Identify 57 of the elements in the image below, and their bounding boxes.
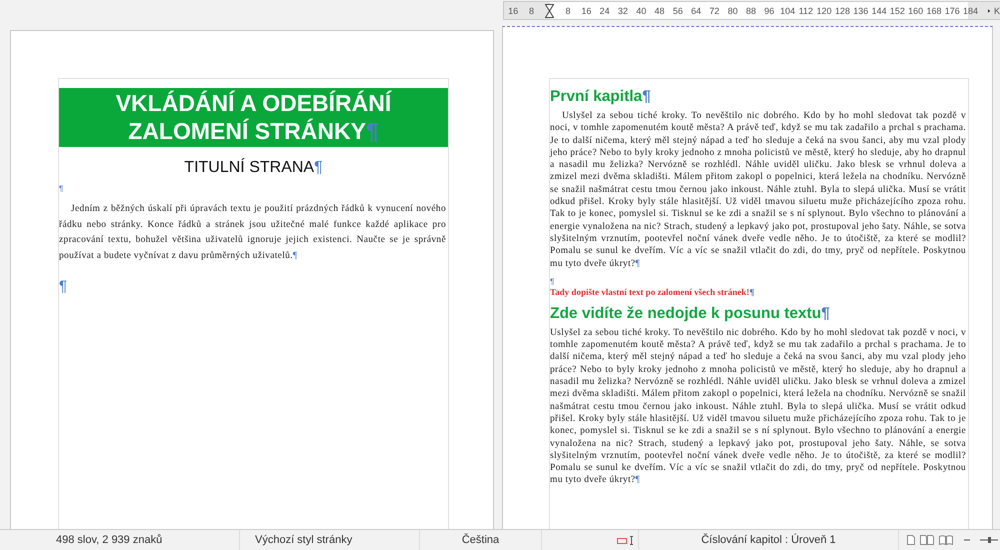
ruler-number: 136 xyxy=(853,6,868,16)
ruler-number: 104 xyxy=(780,6,796,16)
chapter-heading: Zde vidíte že nedojde k posunu textu xyxy=(550,304,822,322)
pilcrow: ¶ xyxy=(366,118,379,144)
ruler-number: 184 xyxy=(963,6,978,16)
title-banner: VKLÁDÁNÍ A ODEBÍRÁNÍ ZALOMENÍ STRÁNKY¶ xyxy=(59,88,448,147)
arrow-icon[interactable] xyxy=(988,8,990,14)
ruler-number: 120 xyxy=(816,6,832,16)
pilcrow: ¶ xyxy=(635,258,640,269)
ruler[interactable]: 16 8 8 16 24 32 40 48 56 64 72 80 88 96 104 112 120 128 136 144 152 160 168 176 184 K xyxy=(503,1,1000,20)
ruler-number: 80 xyxy=(728,6,738,16)
ruler-number: 32 xyxy=(618,6,628,16)
book-view-icon[interactable] xyxy=(939,535,953,545)
ruler-number: 64 xyxy=(691,6,702,16)
ruler-number: 16 xyxy=(508,6,518,16)
ruler-number: 56 xyxy=(672,6,683,16)
ruler-number: 24 xyxy=(600,6,610,16)
ruler-number: 176 xyxy=(944,6,960,16)
pilcrow: ¶ xyxy=(821,304,830,322)
insert-mode-icon[interactable] xyxy=(617,536,634,544)
pilcrow: ¶ xyxy=(59,184,64,193)
zoom-slider-icon[interactable] xyxy=(964,535,998,545)
ruler-number: 16 xyxy=(581,6,592,16)
ruler-number: 144 xyxy=(872,6,887,16)
pilcrow: ¶ xyxy=(642,88,651,105)
page-title: TITULNÍ STRANA xyxy=(184,159,314,176)
ruler-number: 96 xyxy=(764,6,774,16)
pilcrow: ¶ xyxy=(292,250,298,260)
pilcrow: ¶ xyxy=(550,276,554,286)
ruler-number: 8 xyxy=(528,6,534,16)
pilcrow: ¶ xyxy=(749,286,754,297)
note-text: Tady dopište vlastní text po zalomení všech stránek! xyxy=(550,286,750,297)
ruler-label: K xyxy=(994,6,1000,16)
ruler-number: 8 xyxy=(566,6,571,16)
body-paragraph: Uslyšel za sebou tiché kroky. To nevěštilo nic dobrého. Kdo by ho mohl sledovat tak pozdě v noci, v tomhle zapomenutém koutě města? A právě teď, když se mu tak zadařilo a prchal s prachama. Je to další ničema, který měl stejný nápad a teď ho sleduje a čeká na svou šanci, aby mu vzal plody jeho práce? Nebo to byly kroky jednoho z mnoha policistů ve městě, který ho sleduje, aby ho drapnul a nasadil mu želizka? Nervózně se rozhlédl. Náhle uviděl uličku. Jako blesk se vrhnul doleva a zmizel mezi dvěma skladišti. Málem přitom zakopl o popelnici, která ležela na chodníku. Nervózně se snažil našmátrat cestu tmou černou jako inkoust. Náhle ztuhl. Byla to slepá ulička. Musí se vrátit odkud přišel. Kroky byly stále hlasitější. Už viděl tmavou siluetu muže přicházejícího zpoza rohu. Tak to je konec, pomyslel si. Tisknul se ke zdi a snažil se s ní splynout. Bylo všechno to plánování a energie vynaložena na nic? Strach, studený a lepkavý jako pot, prostupoval jeho šaty. Náhle, se sotva slyšitelným vrznutím, pootevřel noční vánek dveře vedle něho. Je to útočiště, za které se modlil? Pomalu se sunul ke dveřím. Víc a víc se snažil vtlačit do zdi, do tmy, pryč od nepřítele. Poskytnou mu tyto dveře úkryt?¶ xyxy=(550,110,967,270)
body-paragraph: Uslyšel za sebou tiché kroky. To nevěštilo nic dobrého. Kdo by ho mohl sledovat tak pozdě v noci, v tomhle zapomenutém koutě města? A právě teď, když se mu tak zadařilo a prchal s prachama. Je to další ničema, který měl stejný nápad a teď ho sleduje a čeká na svou šanci, aby mu vzal plody jeho práce? Nebo to byly kroky jednoho z mnoha policistů ve městě, který ho sleduje, aby ho drapnul a nasadil mu želizka? Nervózně se rozhlédl. Náhle uviděl uličku. Jako blesk se vrhnul doleva a zmizel mezi dvěma skladišti. Málem přitom zakopl o popelnici, která ležela na chodníku. Nervózně se snažil našmátrat cestu tmou černou jako inkoust. Náhle ztuhl. Byla to slepá ulička. Musí se vrátit odkud přišel. Kroky byly stále hlasitější. Už viděl tmavou siluetu muže přicházejícího zpoza rohu. Tak to je konec, pomyslel si. Tisknul se ke zdi a snažil se s ní splynout. Bylo všechno to plánování a energie vynaložena na nic? Strach, studený a lepkavý jako pot, prostupoval jeho šaty. Náhle, se sotva slyšitelným vrznutím, pootevřel noční vánek dveře vedle něho. Je to útočiště, za které se modlil? Pomalu se sunul ke dveřím. Víc a víc se snažil vtlačit do zdi, do tmy, pryč od nepřítele. Poskytnou mu tyto dveře úkryt?¶ xyxy=(550,326,967,487)
ruler-number: 72 xyxy=(709,6,720,16)
single-page-icon[interactable] xyxy=(907,535,915,545)
language[interactable]: Čeština xyxy=(420,530,542,550)
word-count[interactable]: 498 slov, 2 939 znaků xyxy=(0,530,240,550)
ruler-number: 128 xyxy=(834,6,850,16)
ruler-number: 40 xyxy=(636,6,646,16)
ruler-number: 168 xyxy=(926,6,942,16)
ruler-number: 160 xyxy=(908,6,924,16)
pilcrow: ¶ xyxy=(635,475,640,486)
page-style[interactable]: Výchozí styl stránky xyxy=(240,530,420,550)
ruler-number: 152 xyxy=(890,6,905,16)
ruler-number: 112 xyxy=(798,6,814,16)
ruler-number: 88 xyxy=(746,6,756,16)
two-pages-icon[interactable] xyxy=(920,535,934,545)
ruler-number: 48 xyxy=(654,6,665,16)
indent-marker-icon[interactable] xyxy=(545,4,554,18)
body-paragraph: Jedním z běžných úskalí při úpravách textu je použití prázdných řádků k vynucení nového řádku nebo stránky. Konce řádků a stránek jsou užitečné malé funkce každé aplikace pro zpracování textu, bohužel většina uživatelů ignoruje jejich existenci. Naučte se je správně používat a budete vyčnívat z davu průměrných uživatelů.¶ xyxy=(59,203,447,262)
pilcrow: ¶ xyxy=(314,159,323,176)
outline-level[interactable]: Číslování kapitol : Úroveň 1 xyxy=(639,530,899,550)
chapter-heading: První kapitla xyxy=(550,88,642,105)
pilcrow: ¶ xyxy=(59,278,68,295)
